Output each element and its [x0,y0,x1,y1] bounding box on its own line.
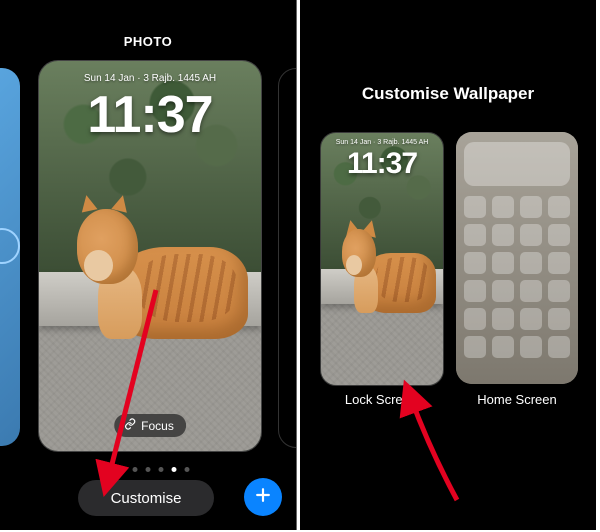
current-lockscreen-preview[interactable]: Sun 14 Jan · 3 Rajb. 1445 AH 11:37 Focus [38,60,262,452]
lock-screen-option[interactable]: Sun 14 Jan · 3 Rajb. 1445 AH 11:37 [320,132,444,386]
lock-screen-caption: Lock Screen [320,392,442,407]
lockscreen-time: 11:37 [321,147,443,181]
plus-icon [253,485,273,510]
annotation-arrow [402,390,482,515]
wallpaper-gallery-screen: PHOTO Sun 14 Jan · 3 Rajb. 1445 AH 11:37 [0,0,297,530]
add-wallpaper-button[interactable] [244,478,282,516]
home-screen-caption: Home Screen [456,392,578,407]
next-wallpaper-peek[interactable] [278,68,297,448]
lockscreen-time: 11:37 [39,85,261,145]
lockscreen-date: Sun 14 Jan · 3 Rajb. 1445 AH [321,139,443,146]
lockscreen-date: Sun 14 Jan · 3 Rajb. 1445 AH [39,73,261,84]
customise-title: Customise Wallpaper [300,84,596,104]
home-screen-option[interactable] [456,132,578,384]
customise-button[interactable]: Customise [78,480,214,516]
home-screen-mock [456,132,578,384]
focus-chip[interactable]: Focus [114,414,186,437]
link-icon [124,418,136,433]
gallery-title: PHOTO [0,34,296,49]
focus-label: Focus [141,419,174,433]
page-indicator [107,467,190,472]
customise-wallpaper-screen: Customise Wallpaper Sun 14 Jan · 3 Rajb.… [300,0,596,530]
prev-wallpaper-peek[interactable] [0,68,20,446]
customise-button-label: Customise [111,490,182,507]
